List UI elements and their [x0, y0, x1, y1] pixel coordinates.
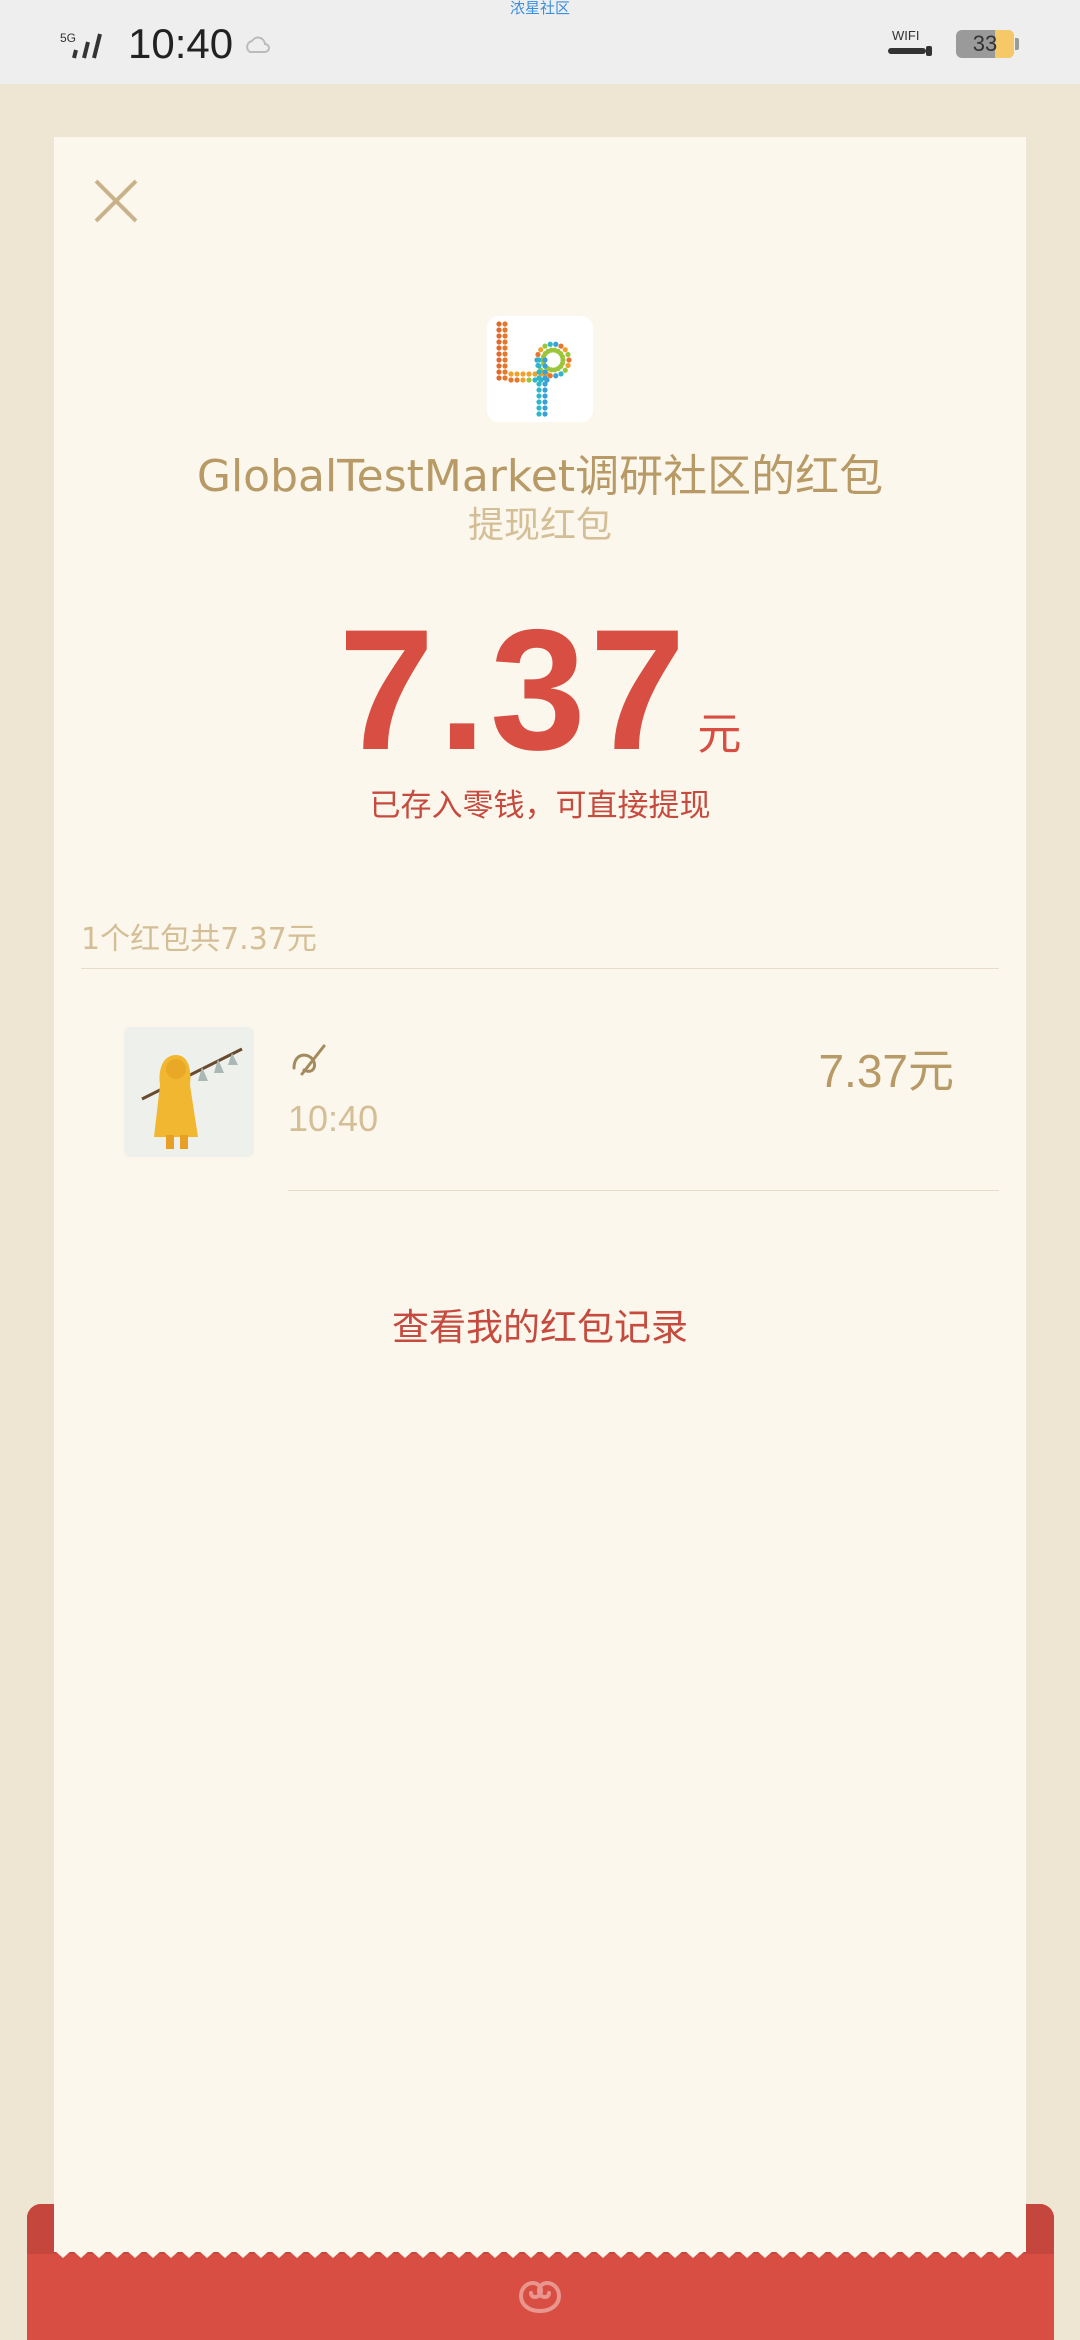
- logo-dot: [542, 343, 548, 349]
- logo-dot: [496, 351, 502, 357]
- avatar-image: [124, 1027, 254, 1157]
- avatar[interactable]: [124, 1027, 254, 1157]
- logo-dot: [496, 327, 502, 333]
- envelope-seal-icon: [518, 2280, 562, 2313]
- logo-dot: [547, 341, 553, 347]
- logo-dot: [514, 371, 520, 377]
- logo-dot: [553, 341, 559, 347]
- logo-dot: [502, 351, 508, 357]
- logo-dot: [502, 375, 508, 381]
- network-label: 5G: [60, 31, 76, 45]
- logo-dot: [496, 357, 502, 363]
- cloud-icon: [246, 36, 270, 53]
- logo-dot: [502, 363, 508, 369]
- logo-dot: [535, 351, 541, 358]
- sender-signature-icon: [292, 1044, 326, 1076]
- logo-dot: [542, 357, 548, 363]
- battery-indicator: 33: [956, 30, 1014, 58]
- logo-dot: [536, 393, 542, 399]
- logo-dot: [502, 339, 508, 345]
- logo-dot: [542, 375, 548, 381]
- card-zigzag-edge: [54, 2244, 1026, 2258]
- record-amount: 7.37元: [818, 1045, 954, 1097]
- logo-dot: [536, 381, 542, 387]
- logo-dot: [542, 393, 548, 399]
- logo-dot: [502, 321, 508, 327]
- wifi-label: WIFI: [892, 28, 919, 43]
- close-icon[interactable]: [90, 175, 142, 227]
- logo-dot: [566, 357, 572, 363]
- signal-5g-icon: 5G: [60, 31, 102, 59]
- battery-level: 33: [972, 31, 998, 56]
- amount-value: 7.37: [338, 594, 690, 786]
- logo-dot: [542, 399, 548, 405]
- logo-dot: [502, 327, 508, 333]
- logo-dot: [542, 363, 548, 369]
- logo-dot: [562, 347, 568, 353]
- wifi-icon: WIFI: [888, 28, 932, 56]
- logo-dot: [514, 377, 520, 383]
- logo-dot: [536, 357, 542, 363]
- battery-fill: [994, 30, 1014, 58]
- logo-dot: [496, 345, 502, 351]
- status-time: 10:40: [128, 20, 234, 67]
- logo-dot: [508, 377, 514, 383]
- status-bar: 浓星社区 5G 10:40 WIFI 33: [0, 0, 1080, 84]
- top-hint: 浓星社区: [509, 0, 570, 17]
- logo-dot: [520, 377, 526, 383]
- logo-dot: [565, 351, 571, 358]
- amount-unit: 元: [697, 709, 742, 760]
- packet-subtitle: 提现红包: [467, 505, 612, 546]
- logo-dot: [536, 375, 542, 381]
- logo-dot: [508, 371, 514, 377]
- logo-dot: [553, 373, 559, 379]
- logo-dot: [496, 369, 502, 375]
- logo-dot: [558, 343, 564, 349]
- packet-summary: 1个红包共7.37元: [81, 922, 317, 957]
- app-logo: [487, 316, 593, 422]
- logo-dot: [496, 375, 502, 381]
- logo-dot: [559, 353, 565, 360]
- logo-dot: [542, 387, 548, 393]
- logo-dot: [502, 369, 508, 375]
- logo-dot: [496, 333, 502, 339]
- divider: [288, 1190, 999, 1191]
- logo-dot: [536, 399, 542, 405]
- logo-dot: [536, 363, 542, 369]
- logo-dot: [496, 339, 502, 345]
- amount-display: 7.37 元: [0, 600, 1080, 780]
- logo-dot: [536, 411, 542, 417]
- logo-dot: [502, 357, 508, 363]
- logo-dot: [562, 367, 568, 373]
- view-records-link[interactable]: 查看我的红包记录: [0, 1297, 1080, 1351]
- app-logo-icon: [496, 321, 572, 417]
- logo-dot: [496, 363, 502, 369]
- logo-dot: [538, 347, 544, 353]
- logo-dot: [496, 321, 502, 327]
- logo-dot: [536, 387, 542, 393]
- logo-dot: [558, 371, 564, 377]
- record-time: 10:40: [288, 1098, 379, 1139]
- logo-dot: [542, 369, 548, 375]
- logo-dot: [542, 411, 548, 417]
- logo-dot: [502, 333, 508, 339]
- logo-dot: [547, 373, 553, 379]
- battery-tip: [1015, 38, 1019, 50]
- saved-to-wallet-note: 已存入零钱，可直接提现: [369, 788, 711, 824]
- divider: [81, 968, 999, 969]
- logo-dot: [542, 381, 548, 387]
- logo-dot: [536, 405, 542, 411]
- logo-dot: [542, 405, 548, 411]
- logo-dot: [565, 362, 571, 369]
- logo-dot: [526, 377, 532, 383]
- logo-dot: [526, 371, 532, 377]
- packet-title: GlobalTestMarket调研社区的红包: [196, 451, 884, 502]
- logo-dot: [502, 345, 508, 351]
- logo-dot: [520, 371, 526, 377]
- logo-dot: [536, 369, 542, 375]
